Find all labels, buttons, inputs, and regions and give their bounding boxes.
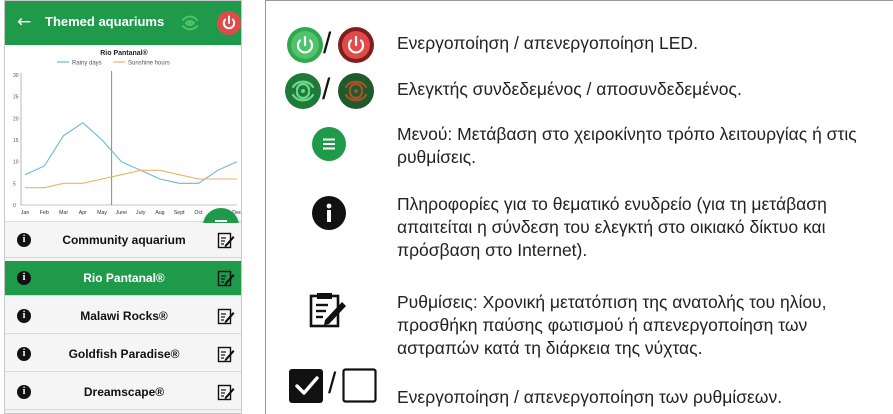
legend-label: Rainy days: [72, 61, 102, 67]
power-icon[interactable]: [217, 11, 241, 35]
aquarium-row[interactable]: i Malawi Rocks®: [5, 299, 241, 334]
series-line: [25, 169, 237, 189]
x-tick-label: May: [97, 210, 107, 216]
back-arrow-icon[interactable]: ←: [17, 11, 31, 33]
legend-settings-text: Ρυθμίσεις: Χρονική μετατόπιση της ανατολ…: [397, 292, 827, 358]
legend-menu-text: Μενού: Μετάβαση στο χειροκίνητο τρόπο λε…: [397, 124, 857, 167]
y-tick-label: 10: [13, 160, 19, 166]
aquarium-name: Community aquarium: [62, 233, 186, 247]
x-tick-label: Feb: [40, 210, 49, 216]
controller-connected-icon: [285, 73, 321, 109]
x-tick-label: Jan: [21, 210, 30, 216]
page-title: Themed aquariums: [45, 14, 165, 29]
info-icon[interactable]: i: [17, 233, 31, 247]
settings-edit-icon: [309, 293, 346, 328]
aquarium-name: Rio Pantanal®: [83, 271, 165, 285]
aquarium-row-selected[interactable]: i Rio Pantanal®: [5, 261, 241, 296]
aquarium-name: Goldfish Paradise®: [68, 347, 180, 361]
slash-separator: /: [328, 367, 337, 400]
aquarium-row[interactable]: i Community aquarium: [5, 223, 241, 258]
x-tick-label: Aug: [155, 210, 164, 216]
info-icon: [312, 196, 346, 230]
slash-separator: /: [323, 27, 332, 60]
edit-icon[interactable]: [217, 231, 235, 249]
y-tick-label: 0: [13, 203, 16, 209]
chart-panel: Rio Pantanal® Rainy days Sunshine hours 0 5 1…: [5, 45, 241, 244]
aquarium-row[interactable]: i Dreamscape®: [5, 375, 241, 410]
menu-icon: [312, 127, 346, 161]
edit-icon[interactable]: [217, 269, 235, 287]
edit-icon[interactable]: [217, 383, 235, 401]
info-icon[interactable]: i: [17, 309, 31, 323]
checkbox-checked-icon: [289, 369, 323, 403]
y-tick-label: 20: [13, 116, 19, 122]
app-bar: ← Themed aquariums: [5, 1, 241, 45]
legend-led-text: Ενεργοποίηση / απενεργοποίηση LED.: [397, 33, 698, 53]
phone-screen: ← Themed aquariums Rio Pantanal® Rainy da…: [4, 0, 242, 414]
info-icon[interactable]: i: [17, 271, 31, 285]
legend-label: Sunshine hours: [128, 61, 170, 67]
x-tick-label: July: [136, 210, 146, 216]
controller-disconnected-icon: [338, 73, 374, 109]
aquarium-row[interactable]: i Goldfish Paradise®: [5, 337, 241, 372]
y-tick-label: 25: [13, 95, 19, 101]
power-on-icon: [287, 27, 323, 63]
wifi-controller-icon[interactable]: [179, 12, 201, 34]
slash-separator: /: [322, 73, 331, 106]
y-tick-label: 15: [13, 138, 19, 144]
legend-info-text: Πληροφορίες για το θεματικό ενυδρείο (γι…: [397, 194, 827, 260]
edit-icon[interactable]: [217, 307, 235, 325]
aquarium-list: i Community aquarium i Rio Pantanal® i M…: [5, 223, 241, 413]
aquarium-name: Dreamscape®: [83, 385, 165, 399]
x-tick-label: Sept: [174, 210, 185, 216]
chart-title: Rio Pantanal®: [100, 49, 148, 57]
info-icon[interactable]: i: [17, 347, 31, 361]
climate-chart: Rio Pantanal® Rainy days Sunshine hours 0 5 1…: [13, 49, 241, 216]
x-tick-label: Apr: [79, 210, 87, 216]
y-tick-label: 5: [13, 181, 16, 187]
info-icon[interactable]: i: [17, 385, 31, 399]
x-tick-label: June: [116, 210, 128, 216]
checkbox-unchecked-icon: [342, 368, 377, 403]
legend-controller-text: Ελεγκτής συνδεδεμένος / αποσυνδεδεμένος.: [397, 79, 742, 99]
power-off-icon: [338, 27, 374, 63]
y-tick-label: 30: [13, 73, 19, 79]
x-tick-label: Mar: [59, 210, 68, 216]
series-line: [24, 122, 238, 184]
edit-icon[interactable]: [217, 345, 235, 363]
aquarium-name: Malawi Rocks®: [80, 309, 168, 323]
legend-checkbox-text: Ενεργοποίηση / απενεργοποίηση των ρυθμίσ…: [397, 387, 783, 407]
x-tick-label: Oct: [194, 210, 203, 216]
